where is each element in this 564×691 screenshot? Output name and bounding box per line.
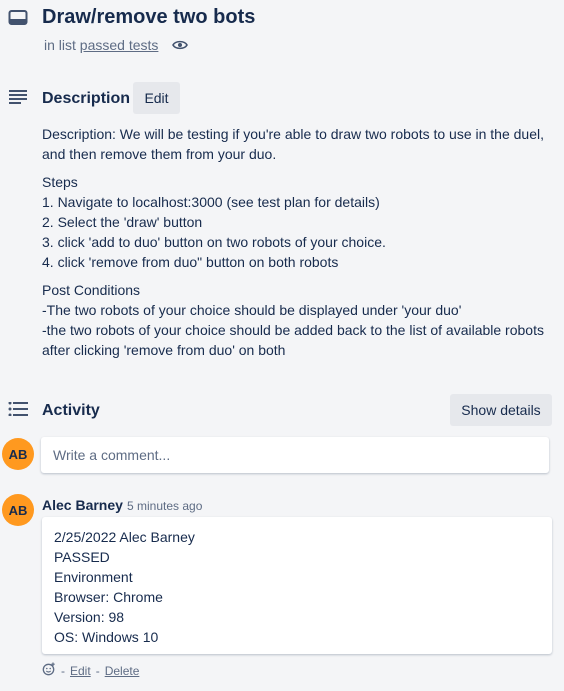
list-link[interactable]: passed tests [80,37,159,53]
post-item: -the two robots of your choice should be… [42,322,544,358]
add-reaction-icon[interactable] [42,662,56,679]
comment-line: 2/25/2022 Alec Barney [54,529,195,545]
comment-body: 2/25/2022 Alec Barney PASSED Environment… [42,517,552,654]
step-item: 3. click 'add to duo' button on two robo… [42,234,386,250]
list-prefix: in list [44,37,76,53]
description-lines-icon [9,90,27,109]
comment-author-avatar[interactable]: AB [2,494,34,526]
comment-line: PASSED [54,549,110,565]
description-body[interactable]: Description: We will be testing if you'r… [42,124,557,368]
comment-author[interactable]: Alec Barney [42,497,123,513]
steps-heading: Steps [42,174,78,190]
post-heading: Post Conditions [42,282,141,298]
comment-actions: - Edit - Delete [42,662,139,679]
steps-block: Steps 1. Navigate to localhost:3000 (see… [42,172,557,272]
comment-input[interactable]: Write a comment... [41,437,549,473]
avatar[interactable]: AB [2,438,34,470]
edit-comment-link[interactable]: Edit [70,664,91,678]
step-item: 1. Navigate to localhost:3000 (see test … [42,194,380,210]
activity-list-icon [8,401,28,421]
post-item: -The two robots of your choice should be… [42,302,462,318]
step-item: 4. click 'remove from duo" button on bot… [42,254,339,270]
separator: - [95,663,100,678]
card-list-info: in list passed tests [44,37,189,54]
comment-line: Version: 98 [54,609,125,625]
eye-icon[interactable] [172,38,189,54]
show-details-button[interactable]: Show details [450,394,552,426]
activity-heading: Activity [42,402,100,419]
description-intro: Description: We will be testing if you'r… [42,126,545,162]
description-heading: Description [42,90,131,107]
comment-line: OS: Windows 10 [54,629,159,645]
delete-comment-link[interactable]: Delete [105,664,140,678]
comment-line: Browser: Chrome [54,589,163,605]
comment-timestamp[interactable]: 5 minutes ago [127,499,202,513]
card-icon [8,9,28,32]
card-title[interactable]: Draw/remove two bots [42,6,255,29]
post-conditions-block: Post Conditions -The two robots of your … [42,280,557,360]
separator: - [61,663,65,678]
comment-line: Environment [54,569,133,585]
step-item: 2. Select the 'draw' button [42,214,203,230]
edit-description-button[interactable]: Edit [133,82,180,114]
